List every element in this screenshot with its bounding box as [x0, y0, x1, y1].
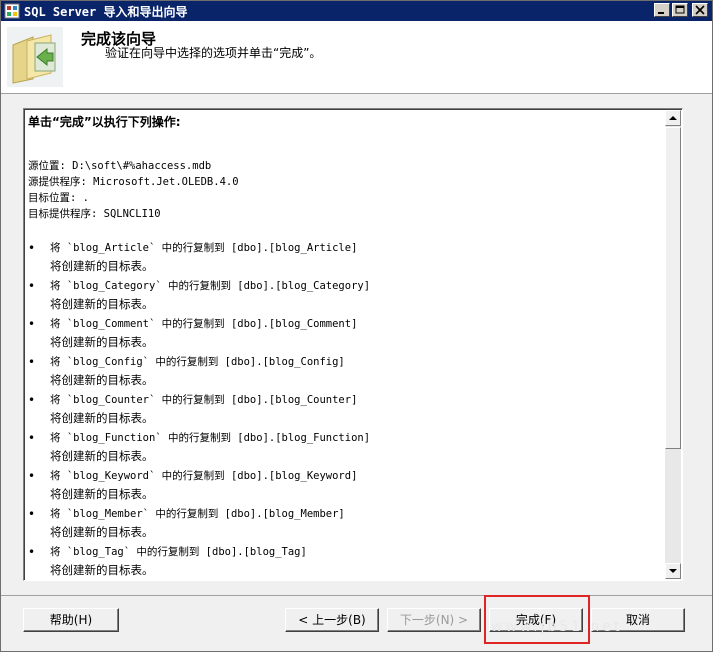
list-bullet: • [28, 279, 36, 293]
copy-item: 将 `blog_Function` 中的行复制到 [dbo].[blog_Fun… [50, 432, 371, 444]
list-bullet: • [28, 469, 36, 483]
title-bar[interactable]: SQL Server 导入和导出向导 [1, 1, 712, 21]
source-location: 源位置: D:\soft\#%ahaccess.mdb [28, 160, 212, 172]
list-bullet: • [28, 355, 36, 369]
copy-item-note: 将创建新的目标表。 [50, 525, 154, 539]
list-bullet: • [28, 431, 36, 445]
back-button[interactable]: < 上一步(B) [285, 608, 379, 632]
copy-item: 将 `blog_Keyword` 中的行复制到 [dbo].[blog_Keyw… [50, 470, 358, 482]
copy-item: 将 `blog_Category` 中的行复制到 [dbo].[blog_Cat… [50, 280, 371, 292]
wizard-header: 完成该向导 验证在向导中选择的选项并单击“完成”。 [1, 21, 712, 94]
vertical-scrollbar[interactable] [665, 110, 681, 579]
window-title: SQL Server 导入和导出向导 [24, 4, 188, 19]
watermark: www.jb51.net [491, 619, 623, 635]
list-bullet: • [28, 317, 36, 331]
copy-item-note: 将创建新的目标表。 [50, 259, 154, 273]
list-bullet: • [28, 393, 36, 407]
copy-item-note: 将创建新的目标表。 [50, 297, 154, 311]
copy-item: 将 `blog_Member` 中的行复制到 [dbo].[blog_Membe… [50, 508, 345, 520]
destination-provider: 目标提供程序: SQLNCLI10 [28, 208, 161, 220]
copy-item: 将 `blog_Comment` 中的行复制到 [dbo].[blog_Comm… [50, 318, 358, 330]
copy-item-note: 将创建新的目标表。 [50, 373, 154, 387]
wizard-window: SQL Server 导入和导出向导 完成该向导 验证在向导中选择的选项并单击“… [0, 0, 713, 652]
header-subtitle: 验证在向导中选择的选项并单击“完成”。 [105, 46, 322, 60]
app-icon [4, 3, 20, 19]
help-button[interactable]: 帮助(H) [23, 608, 119, 632]
list-bullet: • [28, 545, 36, 559]
source-provider: 源提供程序: Microsoft.Jet.OLEDB.4.0 [28, 176, 239, 188]
summary-panel[interactable]: 单击“完成”以执行下列操作: 源位置: D:\soft\#%ahaccess.m… [23, 108, 683, 581]
copy-item: 将 `blog_Article` 中的行复制到 [dbo].[blog_Arti… [50, 242, 358, 254]
next-button[interactable]: 下一步(N) > [387, 608, 481, 632]
list-bullet: • [28, 241, 36, 255]
copy-item-note: 将创建新的目标表。 [50, 487, 154, 501]
list-bullet: • [28, 507, 36, 521]
summary-heading: 单击“完成”以执行下列操作: [28, 115, 181, 129]
copy-item: 将 `blog_Config` 中的行复制到 [dbo].[blog_Confi… [50, 356, 345, 368]
summary-text: 单击“完成”以执行下列操作: 源位置: D:\soft\#%ahaccess.m… [26, 111, 667, 580]
close-button[interactable] [692, 3, 708, 17]
copy-item-note: 将创建新的目标表。 [50, 335, 154, 349]
copy-item: 将 `blog_Tag` 中的行复制到 [dbo].[blog_Tag] [50, 546, 307, 558]
maximize-button[interactable] [672, 3, 688, 17]
copy-item-note: 将创建新的目标表。 [50, 449, 154, 463]
copy-item-note: 将创建新的目标表。 [50, 563, 154, 577]
minimize-button[interactable] [654, 3, 670, 17]
copy-item: 将 `blog_Counter` 中的行复制到 [dbo].[blog_Coun… [50, 394, 358, 406]
destination-location: 目标位置: . [28, 192, 89, 204]
scroll-up-arrow[interactable] [665, 110, 681, 126]
wizard-icon [7, 27, 63, 87]
scroll-down-arrow[interactable] [665, 563, 681, 579]
scroll-thumb[interactable] [665, 127, 681, 449]
copy-item-note: 将创建新的目标表。 [50, 411, 154, 425]
